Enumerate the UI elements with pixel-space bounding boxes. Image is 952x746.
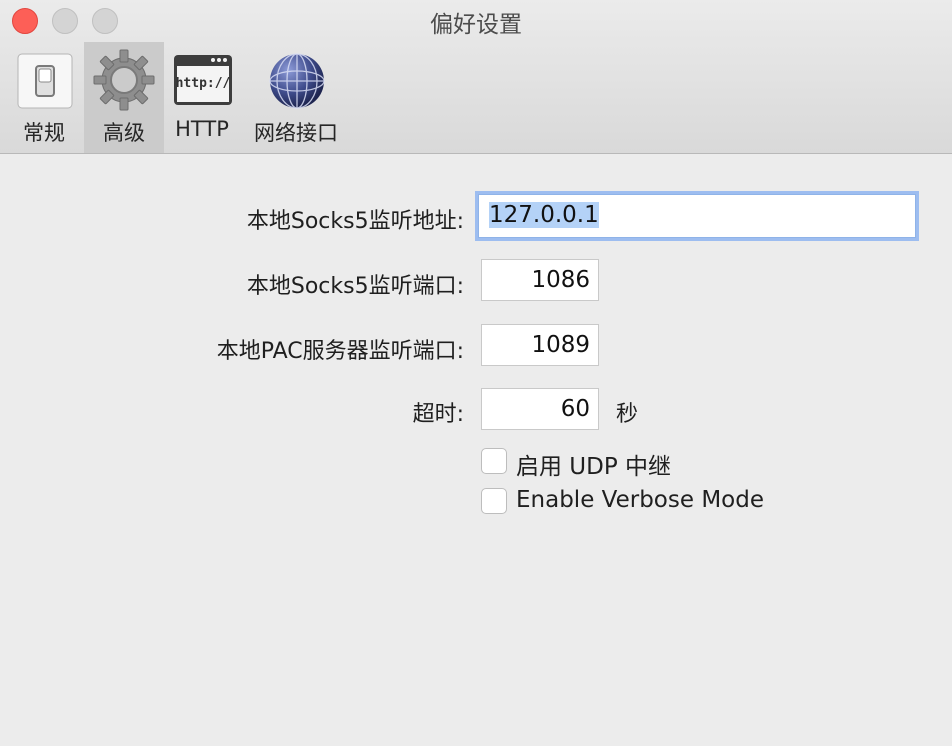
tab-http-label: HTTP (175, 117, 229, 141)
network-globe-icon (269, 53, 325, 109)
preferences-window: 偏好设置 常规 高级 http:// HTTP 网络接口 本地Socks5监听地… (0, 0, 952, 746)
http-icon: http:// (174, 55, 232, 105)
verbose-mode-checkbox[interactable] (481, 488, 507, 514)
timeout-unit: 秒 (616, 402, 639, 427)
window-title: 偏好设置 (430, 12, 522, 38)
socks-address-value: 127.0.0.1 (489, 202, 599, 228)
tab-general-label: 常规 (23, 121, 65, 145)
title-toolbar-area: 偏好设置 常规 高级 http:// HTTP 网络接口 (0, 0, 952, 154)
switch-icon (17, 53, 73, 109)
socks-address-label: 本地Socks5监听地址: (246, 209, 464, 234)
timeout-input[interactable]: 60 (481, 388, 599, 430)
tab-advanced-label: 高级 (103, 121, 145, 145)
verbose-mode-label[interactable]: Enable Verbose Mode (516, 487, 764, 513)
socks-port-input[interactable]: 1086 (481, 259, 599, 301)
tab-http[interactable]: http:// HTTP (166, 42, 238, 153)
gear-icon (93, 49, 155, 111)
pac-port-label: 本地PAC服务器监听端口: (216, 339, 464, 364)
socks-address-input[interactable]: 127.0.0.1 (478, 194, 916, 238)
udp-relay-label[interactable]: 启用 UDP 中继 (516, 447, 671, 481)
tab-advanced[interactable]: 高级 (84, 42, 164, 153)
udp-relay-checkbox[interactable] (481, 448, 507, 474)
timeout-label: 超时: (412, 402, 464, 427)
tab-general[interactable]: 常规 (4, 42, 84, 153)
tab-network-interface-label: 网络接口 (254, 121, 338, 145)
tab-network-interface[interactable]: 网络接口 (248, 42, 344, 153)
svg-text:http://: http:// (176, 76, 231, 91)
socks-port-label: 本地Socks5监听端口: (246, 274, 464, 299)
pac-port-input[interactable]: 1089 (481, 324, 599, 366)
